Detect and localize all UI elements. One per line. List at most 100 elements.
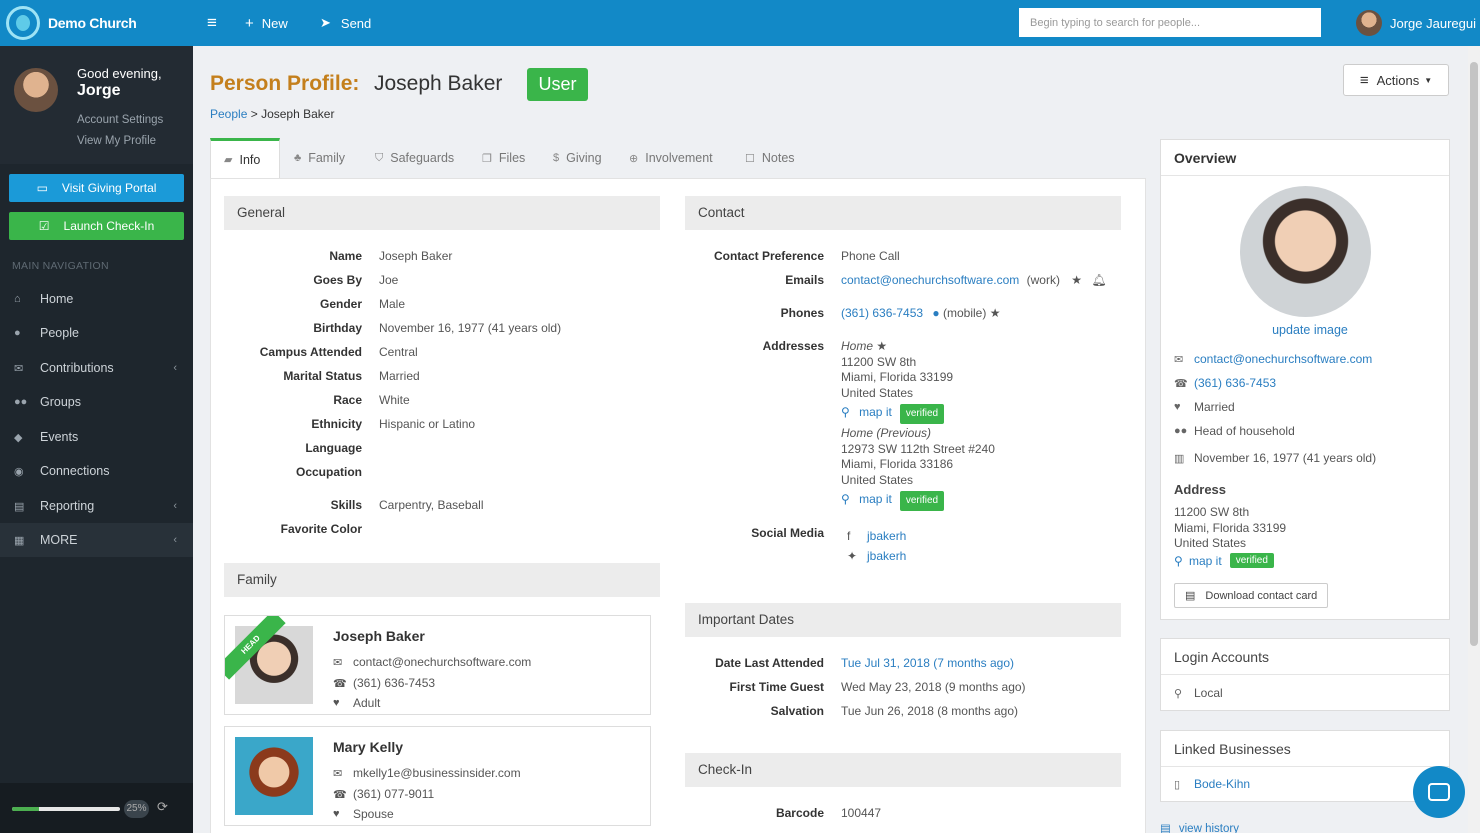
scrollbar-thumb[interactable] [1470, 62, 1478, 646]
verified-badge: verified [1229, 553, 1274, 568]
linked-businesses-header: Linked Businesses [1161, 731, 1449, 767]
main-content: Person Profile: Joseph Baker User People… [193, 46, 1468, 833]
view-history-link[interactable]: view history [1179, 823, 1239, 833]
nav-item-people[interactable]: ● People [0, 316, 193, 350]
hamburger-icon: ≡ [207, 13, 217, 32]
map-it-link[interactable]: map it [1189, 554, 1222, 568]
checkin-button-label: Launch Check-In [63, 219, 155, 233]
overview-birthday-row: ▥ November 16, 1977 (41 years old) [1174, 451, 1376, 465]
facebook-link[interactable]: jbakerh [867, 529, 906, 543]
login-accounts-panel: Login Accounts ⚲ Local [1160, 638, 1450, 711]
top-user-name: Jorge Jauregui [1390, 15, 1476, 31]
tab-giving[interactable]: $ Giving [553, 138, 602, 178]
linked-business-link[interactable]: Bode-Kihn [1194, 777, 1250, 791]
tab-safeguards[interactable]: ⛉ Safeguards [375, 138, 454, 178]
download-contact-card-button[interactable]: ▤ Download contact card [1174, 583, 1329, 608]
general-field-label: Favorite Color [280, 522, 362, 536]
general-field-label: Marital Status [283, 369, 362, 383]
actions-button[interactable]: ≡ Actions ▼ [1343, 64, 1449, 96]
home-icon: ⌂ [14, 293, 21, 305]
account-settings-link[interactable]: Account Settings [77, 114, 163, 126]
member-email-row: ✉ contact@onechurchsoftware.com [333, 655, 531, 669]
breadcrumb-separator: > [250, 107, 258, 121]
plus-icon: + [245, 14, 254, 32]
page-scrollbar[interactable] [1468, 46, 1480, 833]
star-icon[interactable]: ★ [990, 306, 1001, 320]
breadcrumb-people[interactable]: People [210, 107, 247, 121]
twitter-icon: ✦ [847, 549, 858, 563]
overview-panel: Overview update image ✉ contact@onechurch… [1160, 139, 1450, 620]
tab-files[interactable]: ❐ Files [482, 138, 525, 178]
user-first-name: Jorge [77, 82, 121, 99]
general-field-label: Language [305, 441, 362, 455]
bell-icon[interactable]: 🔔︎ [1091, 273, 1106, 287]
overview-email-link[interactable]: contact@onechurchsoftware.com [1194, 352, 1372, 366]
send-button[interactable]: ➤ Send [320, 0, 371, 46]
nav-item-home[interactable]: ⌂ Home [0, 282, 193, 316]
last-attended-link[interactable]: Tue Jul 31, 2018 (7 months ago) [841, 656, 1014, 670]
update-image-link[interactable]: update image [1161, 323, 1459, 337]
sidebar: Demo Church Good evening, Jorge Account … [0, 0, 193, 833]
send-label: Send [340, 15, 372, 31]
profile-photo [1240, 186, 1371, 317]
nav-item-reporting[interactable]: ▤ Reporting ‹ [0, 489, 193, 523]
view-profile-link[interactable]: View My Profile [77, 135, 156, 147]
address-line: 11200 SW 8th [841, 354, 917, 369]
family-member-card[interactable]: HEAD Joseph Baker ✉ contact@onechurchsoft… [224, 615, 651, 715]
menu-toggle[interactable]: ≡ [207, 0, 217, 46]
nav-item-connections[interactable]: ◉ Connections [0, 454, 193, 488]
brand[interactable]: Demo Church [0, 0, 193, 46]
visit-giving-portal-button[interactable]: ▭ Visit Giving Portal [9, 174, 184, 202]
refresh-icon[interactable]: ⟳ [157, 799, 168, 815]
tab-notes[interactable]: ☐ Notes [745, 138, 795, 178]
progress-percent: 25% [124, 800, 149, 818]
member-name[interactable]: Mary Kelly [333, 739, 403, 755]
overview-marital: Married [1194, 400, 1235, 414]
general-field-label: Ethnicity [311, 417, 362, 431]
email-row: contact@onechurchsoftware.com (work) ★ 🔔… [841, 273, 1107, 287]
info-panel: General Name Joseph Baker Goes By Joe Gender… [210, 178, 1146, 833]
top-bar: ≡ + New ➤ Send Jorge Jauregui [193, 0, 1480, 46]
member-name[interactable]: Joseph Baker [333, 628, 425, 644]
credit-card-icon: ▭ [36, 181, 48, 195]
users-icon: ●● [1174, 425, 1188, 437]
new-button[interactable]: + New [245, 0, 288, 46]
tab-info[interactable]: ▰ Info [210, 138, 280, 178]
tab-label: Family [308, 151, 346, 165]
family-member-card[interactable]: Mary Kelly ✉ mkelly1e@businessinsider.com… [224, 726, 651, 826]
email-link[interactable]: contact@onechurchsoftware.com [841, 273, 1019, 287]
overview-phone-link[interactable]: (361) 636-7453 [1194, 376, 1276, 390]
twitter-link[interactable]: jbakerh [867, 549, 906, 563]
nav-label: Connections [40, 464, 110, 478]
overview-map-row: ⚲ map it verified [1174, 553, 1274, 568]
nav-item-more[interactable]: ▦ MORE ‹ [0, 523, 193, 557]
avatar[interactable] [14, 68, 58, 112]
member-email: mkelly1e@businessinsider.com [353, 766, 521, 780]
chat-launcher-button[interactable] [1413, 766, 1465, 818]
map-it-link[interactable]: map it [859, 405, 892, 419]
nav-item-groups[interactable]: ●● Groups [0, 385, 193, 419]
user-menu[interactable]: Jorge Jauregui [1356, 0, 1476, 46]
general-field-label: Birthday [313, 321, 362, 335]
important-dates-header: Important Dates [685, 603, 1121, 637]
general-field-value: Hispanic or Latino [379, 417, 476, 431]
barcode-label: Barcode [775, 806, 824, 820]
map-it-link[interactable]: map it [859, 492, 892, 506]
tab-label: Files [498, 151, 526, 165]
general-field-value: Male [379, 297, 406, 311]
star-icon[interactable]: ★ [1071, 273, 1082, 287]
nav-item-events[interactable]: ◆ Events [0, 420, 193, 454]
view-history-row: ▤ view history [1160, 821, 1239, 833]
launch-checkin-button[interactable]: ☑ Launch Check-In [9, 212, 184, 240]
actions-label: Actions [1376, 72, 1420, 88]
building-icon: ▯ [1174, 778, 1181, 791]
tab-involvement[interactable]: ⊕ Involvement [629, 138, 713, 178]
general-field-label: Goes By [313, 273, 362, 287]
sms-icon[interactable]: ● [932, 306, 939, 320]
barcode-value: 100447 [841, 806, 882, 820]
phone-link[interactable]: (361) 636-7453 [841, 306, 923, 320]
search-input[interactable] [1019, 8, 1321, 37]
nav-item-contributions[interactable]: ✉ Contributions ‹ [0, 351, 193, 385]
envelope-icon: ✉ [14, 362, 24, 375]
tab-family[interactable]: ♣ Family [294, 138, 345, 178]
